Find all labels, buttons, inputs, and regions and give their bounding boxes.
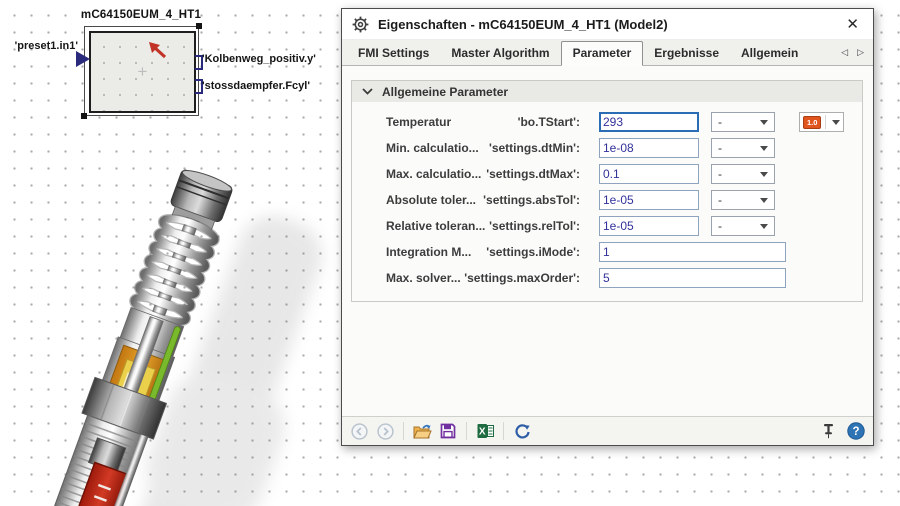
- unit-dropdown[interactable]: -: [711, 216, 775, 236]
- parameter-page: Allgemeine Parameter Temperatur 'bo.TSta…: [342, 66, 873, 416]
- refresh-icon[interactable]: [512, 421, 532, 441]
- back-icon[interactable]: [349, 421, 369, 441]
- param-value-input[interactable]: [599, 164, 699, 184]
- forward-icon[interactable]: [375, 421, 395, 441]
- param-value-input[interactable]: [599, 268, 786, 288]
- pin-icon[interactable]: [818, 421, 838, 441]
- dialog-title: Eigenschaften - mC64150EUM_4_HT1 (Model2…: [378, 17, 668, 32]
- param-name: 'settings.relTol':: [438, 219, 580, 233]
- allgemeine-parameter-group: Allgemeine Parameter Temperatur 'bo.TSta…: [351, 80, 863, 302]
- excel-export-icon[interactable]: X: [475, 421, 495, 441]
- param-name: 'settings.iMode':: [438, 245, 580, 259]
- quantity-badge: 1.0: [803, 116, 821, 129]
- param-value-input[interactable]: [599, 242, 786, 262]
- tabstrip: FMI Settings Master Algorithm Parameter …: [342, 40, 873, 66]
- group-title: Allgemeine Parameter: [382, 85, 508, 99]
- gear-icon: [352, 16, 369, 33]
- param-row-reltol: Relative toleran... 'settings.relTol': -: [352, 214, 862, 240]
- param-value-input[interactable]: [599, 138, 699, 158]
- chevron-down-icon: [760, 146, 768, 151]
- input-port-arrow-icon[interactable]: [76, 51, 90, 67]
- tab-scroll-left-icon[interactable]: ◁: [841, 47, 848, 58]
- chevron-down-icon: [832, 120, 840, 125]
- param-row-dtmax: Max. calculatio... 'settings.dtMax': -: [352, 162, 862, 188]
- param-name: 'settings.dtMax':: [438, 167, 580, 181]
- selection-handle[interactable]: [81, 113, 87, 119]
- param-name: 'bo.TStart':: [438, 115, 580, 129]
- close-icon[interactable]: ✕: [842, 15, 863, 34]
- dialog-titlebar[interactable]: Eigenschaften - mC64150EUM_4_HT1 (Model2…: [342, 9, 873, 40]
- chevron-down-icon: [760, 198, 768, 203]
- tab-ergebnisse[interactable]: Ergebnisse: [643, 42, 730, 65]
- unit-dropdown[interactable]: -: [711, 138, 775, 158]
- properties-dialog: Eigenschaften - mC64150EUM_4_HT1 (Model2…: [341, 8, 874, 446]
- unit-dropdown[interactable]: -: [711, 164, 775, 184]
- chevron-down-icon: [362, 88, 373, 95]
- input-port-label: 'preset1.in1': [8, 40, 78, 52]
- output-port-label-1: 'Kolbenweg_positiv.y': [202, 53, 316, 65]
- help-icon[interactable]: ?: [846, 421, 866, 441]
- dialog-toolbar: X: [342, 416, 873, 445]
- param-row-temperatur: Temperatur 'bo.TStart': - 1.0: [352, 110, 862, 136]
- param-value-input[interactable]: [599, 112, 699, 132]
- param-row-dtmin: Min. calculatio... 'settings.dtMin': -: [352, 136, 862, 162]
- svg-text:X: X: [478, 427, 485, 438]
- tab-fmi-settings[interactable]: FMI Settings: [347, 42, 440, 65]
- unit-dropdown[interactable]: -: [711, 112, 775, 132]
- save-icon[interactable]: [438, 421, 458, 441]
- group-header[interactable]: Allgemeine Parameter: [352, 81, 862, 102]
- param-row-maxorder: Max. solver... 'settings.maxOrder':: [352, 266, 862, 292]
- block-title: mC64150EUM_4_HT1: [70, 9, 212, 21]
- tab-scroll-right-icon[interactable]: ▷: [857, 47, 864, 58]
- open-folder-icon[interactable]: [412, 421, 432, 441]
- chevron-down-icon: [760, 120, 768, 125]
- quantity-split-button[interactable]: 1.0: [799, 112, 844, 132]
- param-name: 'settings.dtMin':: [438, 141, 580, 155]
- selection-handle[interactable]: [196, 23, 202, 29]
- param-name: 'settings.absTol':: [438, 193, 580, 207]
- output-port-label-2: 'stossdaempfer.Fcyl': [202, 80, 310, 92]
- param-row-imode: Integration M... 'settings.iMode':: [352, 240, 862, 266]
- fmu-block[interactable]: +: [89, 31, 196, 113]
- tab-master-algorithm[interactable]: Master Algorithm: [440, 42, 560, 65]
- tab-parameter[interactable]: Parameter: [561, 41, 644, 66]
- chevron-down-icon: [760, 172, 768, 177]
- param-value-input[interactable]: [599, 216, 699, 236]
- param-value-input[interactable]: [599, 190, 699, 210]
- block-center-cross: +: [138, 62, 148, 82]
- param-row-abstol: Absolute toler... 'settings.absTol': -: [352, 188, 862, 214]
- param-name: 'settings.maxOrder':: [438, 271, 580, 285]
- help-glyph: ?: [852, 426, 859, 438]
- tab-allgemein[interactable]: Allgemein: [730, 42, 809, 65]
- red-arrow-annotation: [147, 41, 169, 61]
- unit-dropdown[interactable]: -: [711, 190, 775, 210]
- chevron-down-icon: [760, 224, 768, 229]
